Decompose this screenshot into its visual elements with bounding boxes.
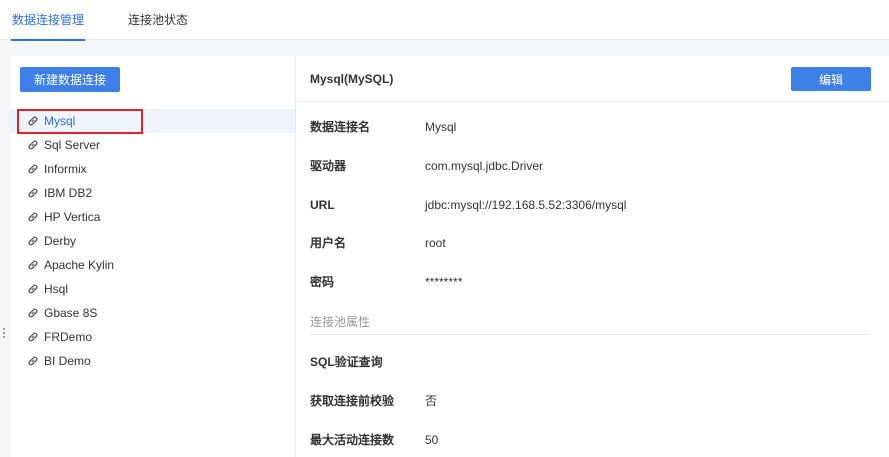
field-value: root [425,236,446,250]
link-icon [26,258,40,272]
link-icon [26,306,40,320]
connection-item[interactable]: Hsql [10,277,295,301]
link-icon [26,330,40,344]
field-label: 驱动器 [310,159,347,173]
connection-item[interactable]: Sql Server [10,133,295,157]
link-icon [26,138,40,152]
field-label: 数据连接名 [310,120,371,134]
connection-item-label: BI Demo [44,354,91,368]
link-icon [26,234,40,248]
pool-section-label: 连接池属性 [310,315,371,329]
field-value: ******** [425,275,463,289]
connection-item[interactable]: HP Vertica [10,205,295,229]
tab-bar: 数据连接管理 连接池状态 [0,0,889,41]
connection-item[interactable]: Apache Kylin [10,253,295,277]
pool-field-value: 50 [425,433,439,447]
connection-list: Mysql Sql Server Informix IBM DB2 HP Vertica… [10,109,295,373]
connection-item[interactable]: FRDemo [10,325,295,349]
edit-button[interactable]: 编辑 [791,67,871,91]
field-label: URL [310,198,335,212]
link-icon [26,210,40,224]
new-connection-button[interactable]: 新建数据连接 [20,67,120,92]
pool-field-label: SQL验证查询 [310,355,383,369]
connection-item-label: Derby [44,234,77,248]
link-icon [26,354,40,368]
field-label: 用户名 [310,236,347,250]
connection-item[interactable]: BI Demo [10,349,295,373]
link-icon [26,114,40,128]
connection-item-label: HP Vertica [44,210,101,224]
connection-item[interactable]: Mysql [10,109,295,133]
pool-field-label: 最大活动连接数 [310,433,395,447]
connection-item-label: FRDemo [44,330,93,344]
link-icon [26,162,40,176]
connection-item-label: IBM DB2 [44,186,93,200]
link-icon [26,282,40,296]
connection-item[interactable]: Gbase 8S [10,301,295,325]
connection-item-label: Informix [44,162,87,176]
connection-item-label: Hsql [44,282,69,296]
connection-item[interactable]: Derby [10,229,295,253]
main-panel: 新建数据连接 Mysql Sql Server Informix IBM DB2 HP … [10,56,889,457]
pool-section-header: 连接池属性 [310,313,870,335]
field-value: Mysql [425,120,457,134]
link-icon [26,186,40,200]
detail-header: Mysql(MySQL) 编辑 [296,56,889,102]
drag-handle-icon[interactable] [3,328,7,342]
pool-field-value: 否 [425,394,438,408]
connection-item-label: Gbase 8S [44,306,98,320]
field-value: com.mysql.jdbc.Driver [425,159,544,173]
connection-item[interactable]: Informix [10,157,295,181]
connection-item[interactable]: IBM DB2 [10,181,295,205]
connection-item-label: Sql Server [44,138,101,152]
connection-item-label: Apache Kylin [44,258,115,272]
connection-list-panel: 新建数据连接 Mysql Sql Server Informix IBM DB2 HP … [10,56,295,457]
tab-data-connection-management[interactable]: 数据连接管理 [10,0,86,41]
field-value: jdbc:mysql://192.168.5.52:3306/mysql [425,198,627,212]
connection-item-label: Mysql [44,114,76,128]
pool-field-label: 获取连接前校验 [310,394,395,408]
tab-connection-pool-status[interactable]: 连接池状态 [128,0,188,40]
connection-detail-panel: Mysql(MySQL) 编辑 数据连接名 Mysql 驱动器 com.mysql.j… [296,56,889,457]
field-label: 密码 [310,275,335,289]
connection-title: Mysql(MySQL) [310,72,394,86]
